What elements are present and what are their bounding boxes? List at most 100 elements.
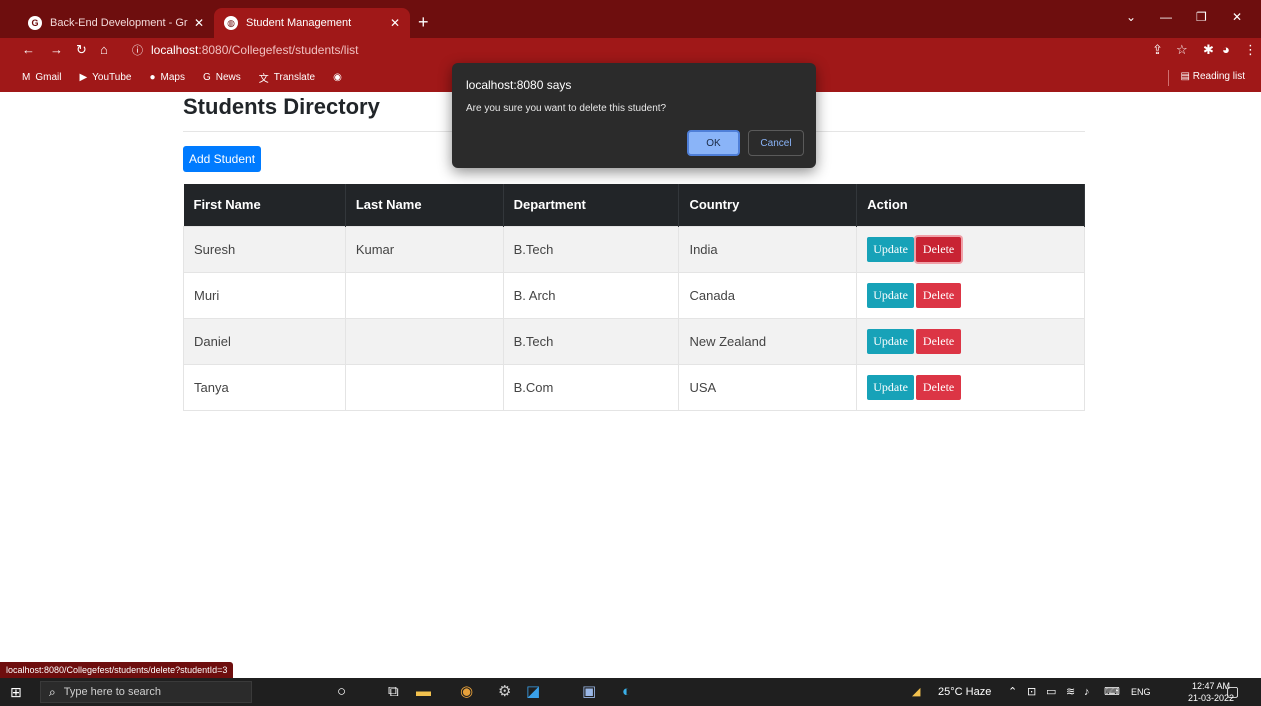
delete-button[interactable]: Delete	[915, 282, 962, 308]
menu-icon[interactable]: ⋮	[1244, 42, 1257, 58]
department-cell: B.Tech	[503, 225, 680, 272]
last-name-cell: Kumar	[345, 225, 504, 272]
delete-button[interactable]: Delete	[915, 328, 962, 354]
dialog-title: localhost:8080 says	[466, 78, 572, 92]
bookmark-news[interactable]: G News	[203, 72, 241, 83]
maximize-icon[interactable]: ❐	[1196, 10, 1207, 24]
gmail-icon: M	[22, 71, 31, 83]
bookmark-gmail[interactable]: M Gmail	[22, 72, 61, 83]
taskbar-search[interactable]: ⌕ Type here to search	[40, 681, 252, 703]
tab-student-management[interactable]: ◍ Student Management ✕	[214, 8, 410, 38]
first-name-cell: Tanya	[183, 363, 346, 411]
action-cell: Update Delete	[856, 363, 1085, 411]
weather-text[interactable]: 25°C Haze	[938, 685, 991, 699]
close-icon[interactable]: ✕	[194, 16, 204, 30]
share-icon[interactable]: ⇪	[1152, 42, 1163, 58]
back-arrow-icon[interactable]: ←	[22, 42, 35, 58]
tab-search-icon[interactable]: ⌄	[1126, 10, 1136, 24]
dialog-cancel-button[interactable]: Cancel	[748, 130, 804, 156]
status-url: localhost:8080/Collegefest/students/dele…	[0, 662, 234, 678]
settings-icon[interactable]: ⚙	[498, 683, 511, 701]
country-cell: USA	[678, 363, 858, 411]
home-icon[interactable]: ⌂	[100, 42, 108, 58]
bookmark-maps[interactable]: ● Maps	[149, 72, 185, 83]
department-cell: B. Arch	[503, 271, 680, 318]
minimize-icon[interactable]: —	[1160, 10, 1172, 24]
bookmark-translate[interactable]: 文 Translate	[259, 70, 315, 85]
delete-button[interactable]: Delete	[915, 236, 962, 262]
table-row: Muri B. Arch Canada Update Delete	[183, 271, 1085, 318]
bookmark-label: Maps	[160, 71, 185, 83]
bookmark-youtube[interactable]: ▶ YouTube	[79, 72, 131, 83]
bookmark-label: Translate	[273, 71, 316, 83]
browser-toolbar: ← → ↻ ⌂ ⓘ localhost:8080/Collegefest/stu…	[0, 38, 1261, 62]
table-row: Tanya B.Com USA Update Delete	[183, 363, 1085, 411]
edge-icon[interactable]: ◐	[622, 683, 631, 701]
students-table: First Name Last Name Department Country …	[183, 184, 1085, 411]
reload-icon[interactable]: ↻	[76, 42, 87, 58]
task-view-icon[interactable]: ⧉	[388, 683, 399, 701]
wifi-icon[interactable]: ≋	[1066, 685, 1075, 699]
country-cell: Canada	[678, 271, 858, 318]
google-icon: G	[28, 16, 42, 30]
globe-icon: ◉	[333, 71, 342, 83]
add-student-button[interactable]: Add Student	[183, 146, 261, 172]
chevron-up-icon[interactable]: ⌃	[1008, 685, 1017, 699]
bookmark-star-icon[interactable]: ☆	[1176, 42, 1188, 58]
code-editor-icon[interactable]: ◪	[526, 683, 540, 701]
url-host: localhost	[151, 43, 199, 57]
cortana-icon[interactable]: ○	[337, 683, 346, 701]
header-department: Department	[503, 184, 680, 226]
update-button[interactable]: Update	[867, 374, 914, 400]
close-icon[interactable]: ✕	[390, 16, 400, 30]
confirm-dialog: localhost:8080 says Are you sure you wan…	[452, 63, 816, 168]
chrome-icon[interactable]: ◉	[460, 683, 473, 701]
forward-arrow-icon[interactable]: →	[50, 42, 63, 58]
profile-avatar-icon[interactable]: ◕	[1222, 42, 1230, 58]
keyboard-icon[interactable]: ⌨	[1104, 685, 1120, 699]
update-button[interactable]: Update	[867, 282, 914, 308]
notepad-icon[interactable]: ▣	[582, 683, 596, 701]
header-action: Action	[856, 184, 1085, 226]
maps-icon: ●	[149, 71, 156, 83]
extensions-icon[interactable]: ✱	[1203, 42, 1214, 58]
first-name-cell: Suresh	[183, 225, 346, 272]
browser-tab-bar: G Back-End Development - Great L ✕ ◍ Stu…	[0, 0, 1261, 38]
table-header-row: First Name Last Name Department Country …	[183, 184, 1085, 226]
battery-icon[interactable]: ▭	[1046, 685, 1056, 699]
reading-list[interactable]: ▤ Reading list	[1181, 71, 1246, 82]
url-path: :8080/Collegefest/students/list	[198, 43, 359, 57]
delete-button[interactable]: Delete	[915, 374, 962, 400]
department-cell: B.Tech	[503, 317, 680, 364]
network-icon[interactable]: ⊡	[1027, 685, 1036, 699]
bookmark-globe[interactable]: ◉	[333, 72, 347, 83]
youtube-icon: ▶	[79, 71, 88, 83]
update-button[interactable]: Update	[867, 328, 914, 354]
news-icon: G	[202, 71, 211, 83]
info-icon[interactable]: ⓘ	[132, 42, 143, 58]
update-button[interactable]: Update	[867, 236, 914, 262]
bookmark-label: Gmail	[35, 71, 62, 83]
search-placeholder: Type here to search	[63, 686, 161, 698]
windows-start-icon[interactable]: ⊞	[10, 684, 22, 701]
country-cell: India	[678, 225, 858, 272]
window-close-icon[interactable]: ✕	[1232, 10, 1242, 24]
last-name-cell	[345, 363, 504, 411]
department-cell: B.Com	[503, 363, 680, 411]
weather-icon: ◢	[912, 686, 921, 698]
taskbar: ⊞ ⌕ Type here to search ○ ⧉ ▬ ◉ ⚙ ◪ ▣ ◐ …	[0, 678, 1261, 706]
bookmarks-divider	[1168, 70, 1169, 86]
language-indicator[interactable]: ENG	[1131, 685, 1151, 699]
tab-back-end-development[interactable]: G Back-End Development - Great L ✕	[18, 8, 214, 38]
notifications-icon[interactable]: ▢	[1226, 683, 1239, 700]
address-bar[interactable]: ⓘ localhost:8080/Collegefest/students/li…	[126, 40, 1212, 60]
dialog-ok-button[interactable]: OK	[687, 130, 740, 156]
header-first-name: First Name	[183, 184, 346, 226]
first-name-cell: Muri	[183, 271, 346, 318]
file-explorer-icon[interactable]: ▬	[416, 683, 431, 701]
header-last-name: Last Name	[345, 184, 504, 226]
volume-icon[interactable]: ♪	[1084, 685, 1090, 699]
new-tab-button[interactable]: +	[418, 12, 429, 32]
page-title: Students Directory	[183, 94, 380, 119]
country-cell: New Zealand	[678, 317, 858, 364]
